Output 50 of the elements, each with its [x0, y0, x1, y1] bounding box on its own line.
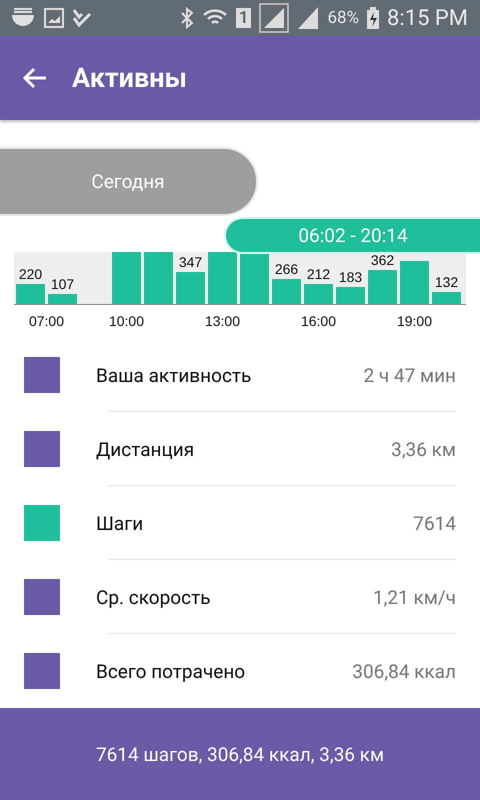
- metric-value: 3,36 км: [391, 438, 456, 460]
- metric-value: 2 ч 47 мин: [363, 364, 456, 386]
- value-label: 220: [18, 266, 42, 282]
- metric-value: 1,21 км/ч: [372, 586, 456, 608]
- image-icon: [44, 8, 64, 28]
- value-label: 362: [370, 252, 394, 268]
- bluetooth-icon: [180, 7, 194, 29]
- metric-label: Ср. скорость: [96, 586, 212, 608]
- axis-label: 07:00: [28, 313, 64, 329]
- bar: [176, 272, 205, 304]
- metric-label: Ваша активность: [96, 364, 252, 386]
- metric-value: 7614: [413, 512, 456, 534]
- value-label: 183: [338, 269, 362, 285]
- battery-percent: 68%: [327, 8, 360, 28]
- value-label: 266: [274, 261, 298, 277]
- bar: [368, 270, 397, 304]
- sim-number: 1: [236, 8, 252, 28]
- back-arrow-icon[interactable]: [22, 66, 48, 90]
- value-label: 347: [178, 254, 202, 270]
- summary-text: 7614 шагов, 306,84 ккал, 3,36 км: [96, 742, 384, 766]
- bar: [336, 287, 365, 304]
- value-label: 107: [50, 276, 74, 292]
- bar: [400, 261, 429, 304]
- value-label: 212: [306, 266, 330, 282]
- axis-label: 19:00: [396, 313, 432, 329]
- period-tab[interactable]: Сегодня: [0, 147, 258, 216]
- metric-label: Дистанция: [96, 438, 196, 460]
- check-icon: [72, 8, 92, 28]
- period-tab[interactable]: 06:02 - 20:14: [224, 217, 480, 254]
- value-label: 132: [434, 274, 458, 290]
- screen-title: Активны: [72, 62, 187, 94]
- signal-icon: [297, 6, 320, 30]
- bar: [48, 294, 77, 304]
- metric-label: Всего потрачено: [96, 660, 246, 682]
- bar: [144, 252, 173, 304]
- clock-time: 8:15 PM: [387, 6, 468, 30]
- bar: [16, 284, 45, 304]
- axis-label: 13:00: [204, 313, 240, 329]
- signal-icon: [259, 3, 290, 33]
- bar: [304, 284, 333, 304]
- axis-label: 10:00: [108, 313, 144, 329]
- metric-label: Шаги: [96, 512, 144, 534]
- bar: [432, 292, 461, 304]
- bar: [240, 252, 269, 304]
- bar: [272, 279, 301, 304]
- bar: [208, 252, 237, 304]
- bar: [112, 252, 141, 304]
- battery-charging-icon: [367, 7, 380, 29]
- axis-label: 16:00: [300, 313, 336, 329]
- metric-value: 306,84 ккал: [352, 660, 456, 682]
